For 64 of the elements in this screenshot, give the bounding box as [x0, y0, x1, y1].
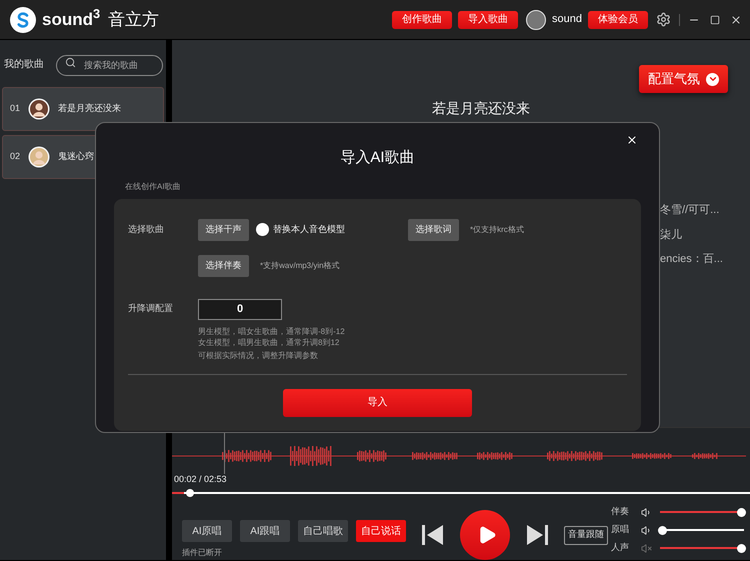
sidebar-heading: 我的歌曲	[4, 58, 44, 72]
pitch-note: 男生模型，唱女生歌曲，通常降调-8到-12	[198, 326, 346, 336]
time-display: 00:02 / 02:53	[173, 472, 228, 486]
pitch-note: 女生模型，唱男生歌曲，通常升调8到12	[198, 336, 340, 348]
accompaniment-button[interactable]: 选择伴奏	[198, 254, 249, 276]
speaker-icon[interactable]	[641, 506, 652, 518]
previous-icon[interactable]	[422, 525, 444, 545]
field-label: 选择歌曲	[128, 222, 165, 236]
search-field[interactable]: 搜索我的歌曲	[56, 54, 163, 76]
atmosphere-button[interactable]: 配置气氛	[639, 65, 728, 93]
avatar-icon	[28, 98, 50, 120]
mixer-label: 原唱	[611, 523, 630, 536]
lyrics-hint: *仅支持krc格式	[470, 224, 524, 236]
song-info-line: encies：百...	[660, 252, 724, 267]
lyrics-button[interactable]: 选择歌词	[408, 218, 459, 240]
pitch-note: 可根据实际情况，调整升降调参数	[198, 350, 319, 360]
progress-bar[interactable]	[172, 488, 750, 497]
volume-slider[interactable]	[660, 525, 744, 535]
mixer-label: 人声	[611, 541, 630, 554]
muted-speaker-icon[interactable]	[641, 542, 652, 554]
song-info-line: 柒儿	[660, 228, 683, 242]
user-avatar[interactable]	[526, 10, 546, 30]
brand-name: 音立方	[108, 8, 160, 31]
play-button[interactable]	[460, 510, 510, 560]
volume-slider[interactable]	[660, 507, 744, 517]
search-icon	[65, 57, 76, 68]
volume-follow-button[interactable]: 音量跟随	[564, 526, 608, 544]
close-icon[interactable]	[626, 134, 638, 146]
next-icon[interactable]	[526, 525, 548, 545]
mode-button[interactable]: 自己唱歌	[298, 520, 348, 542]
song-info-line: 冬雪//可可...	[660, 203, 720, 218]
song-title: 鬼迷心窍	[58, 150, 94, 164]
import-button[interactable]: 导入	[283, 388, 472, 416]
song-item[interactable]: 01 若是月亮还没来	[2, 87, 164, 131]
header-button[interactable]: 创作歌曲	[392, 10, 452, 28]
song-heading: 若是月亮还没来	[432, 100, 530, 116]
user-name: sound	[552, 12, 582, 28]
header-button[interactable]: 导入歌曲	[458, 10, 518, 28]
logo-icon	[10, 6, 36, 32]
accompaniment-hint: *支持wav/mp3/yin格式	[260, 260, 340, 272]
speaker-icon[interactable]	[641, 524, 652, 536]
dialog-subtitle: 在线创作AI歌曲	[125, 180, 182, 192]
vocal-button[interactable]: 选择干声	[198, 218, 249, 240]
mode-button[interactable]: 自己说话	[356, 520, 406, 542]
mixer-label: 伴奏	[611, 505, 630, 518]
mode-button[interactable]: AI原唱	[182, 520, 232, 542]
pitch-field[interactable]: 0	[198, 298, 282, 320]
settings-icon[interactable]	[656, 12, 671, 27]
dialog-title: 导入AI歌曲	[340, 148, 415, 168]
voice-model-label: 替换本人音色模型	[273, 222, 345, 236]
song-title: 若是月亮还没来	[58, 102, 121, 116]
field-label: 升降调配置	[128, 302, 174, 316]
app-logo-text: sound$^{3}$	[42, 6, 100, 31]
mode-button[interactable]: AI跟唱	[240, 520, 290, 542]
song-number: 01	[10, 102, 22, 116]
vip-button[interactable]: 体验会员	[588, 10, 648, 28]
chevron-icon	[706, 72, 719, 86]
plugin-status: 插件已断开	[182, 547, 223, 559]
avatar-icon	[28, 146, 50, 168]
voice-model-radio[interactable]	[256, 223, 269, 236]
volume-slider[interactable]	[660, 543, 744, 553]
maximize-icon[interactable]	[710, 14, 720, 24]
close-icon[interactable]	[730, 14, 742, 26]
song-number: 02	[10, 150, 22, 164]
